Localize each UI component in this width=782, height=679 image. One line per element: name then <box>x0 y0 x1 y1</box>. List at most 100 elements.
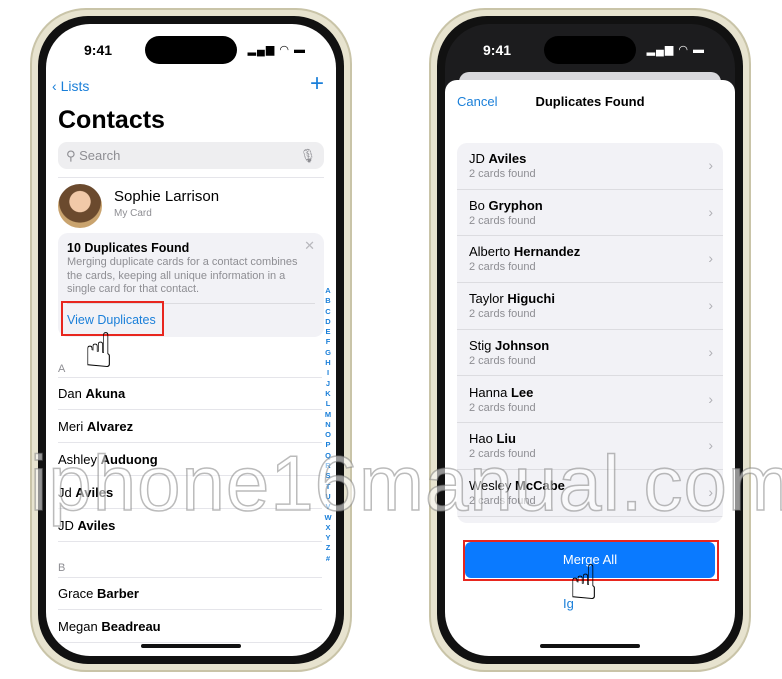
last-name: Beadreau <box>101 619 161 634</box>
duplicate-name: Alberto Hernandez <box>469 244 711 259</box>
status-time: 9:41 <box>84 42 113 58</box>
first-name: Stig <box>469 337 492 353</box>
duplicate-row[interactable]: Wesley McCabe 2 cards found › <box>457 470 723 517</box>
index-letter[interactable]: T <box>323 482 333 492</box>
duplicate-name: Stig Johnson <box>469 338 711 353</box>
section-header-a: A <box>58 363 66 375</box>
index-letter[interactable]: H <box>323 358 333 368</box>
cards-found-count: 2 cards found <box>469 354 536 367</box>
index-letter[interactable]: S <box>323 471 333 481</box>
duplicate-row[interactable]: Stig Johnson 2 cards found › <box>457 330 723 377</box>
contact-row[interactable]: Meri Alvarez <box>58 410 322 443</box>
last-name: Akuna <box>85 386 126 401</box>
contact-row[interactable]: Dan Akuna <box>58 377 322 410</box>
last-name: Lee <box>510 384 534 400</box>
index-letter[interactable]: U <box>323 492 333 502</box>
contact-row[interactable]: Ashley Auduong <box>58 443 322 476</box>
index-letter[interactable]: W <box>323 513 333 523</box>
first-name: JD <box>58 518 74 533</box>
first-name: Ashley <box>58 452 98 467</box>
microphone-icon[interactable]: 🎙 <box>299 142 316 169</box>
index-letter[interactable]: Z <box>323 543 333 553</box>
index-letter[interactable]: L <box>323 399 333 409</box>
index-letter[interactable]: Q <box>323 451 333 461</box>
banner-body: Merging duplicate cards for a contact co… <box>67 256 298 295</box>
index-letter[interactable]: Y <box>323 533 333 543</box>
status-icons: ▂▄▆ ◠ ▬ <box>247 44 306 56</box>
index-letter[interactable]: X <box>323 523 333 533</box>
chevron-right-icon: › <box>708 250 713 267</box>
first-name: Hao <box>469 431 493 447</box>
chevron-right-icon: › <box>708 483 713 500</box>
index-letter[interactable]: V <box>323 502 333 512</box>
contact-row[interactable]: Megan Beadreau <box>58 610 322 643</box>
my-card-name: Sophie Larrison <box>114 188 220 205</box>
duplicate-row[interactable]: Hanna Lee 2 cards found › <box>457 377 723 424</box>
last-name: McCabe <box>515 477 565 493</box>
duplicate-row[interactable]: Bo Gryphon 2 cards found › <box>457 190 723 237</box>
index-letter[interactable]: R <box>323 461 333 471</box>
index-letter[interactable]: J <box>323 379 333 389</box>
last-name: Auduong <box>100 452 158 467</box>
last-name: Aviles <box>77 518 116 533</box>
first-name: Meri <box>58 419 84 434</box>
index-letter[interactable]: F <box>323 337 333 347</box>
home-indicator <box>540 644 640 648</box>
cards-found-count: 2 cards found <box>469 494 536 507</box>
search-input[interactable]: ⚲ Search 🎙 <box>58 142 324 169</box>
my-card[interactable]: Sophie Larrison My Card <box>58 177 324 229</box>
index-letter[interactable]: N <box>323 420 333 430</box>
chevron-right-icon: › <box>708 297 713 314</box>
duplicates-list: JD Aviles 2 cards found › Bo Gryphon 2 cards… <box>457 143 723 523</box>
index-letter[interactable]: G <box>323 348 333 358</box>
last-name: Aviles <box>488 151 527 166</box>
avatar <box>58 184 102 228</box>
contact-row[interactable]: Grace Barber <box>58 577 322 610</box>
index-letter[interactable]: B <box>323 296 333 306</box>
chevron-right-icon: › <box>708 437 713 454</box>
page-title: Contacts <box>58 106 165 134</box>
section-index[interactable]: A B C D E F G H I J K L M N O P Q R S T U V W X Y Z # <box>323 286 333 564</box>
duplicate-name: JD Aviles <box>469 151 711 166</box>
duplicate-row[interactable]: Taylor Higuchi 2 cards found › <box>457 283 723 330</box>
status-icons: ▂▄▆ ◠ ▬ <box>646 44 705 56</box>
cards-found-count: 2 cards found <box>469 214 536 227</box>
first-name: Alberto <box>469 244 511 260</box>
duplicate-name: Taylor Higuchi <box>469 291 711 306</box>
index-letter[interactable]: A <box>323 286 333 296</box>
contact-row[interactable]: Jd Aviles <box>58 476 322 509</box>
index-letter[interactable]: # <box>323 554 333 564</box>
duplicate-row[interactable]: Alberto Hernandez 2 cards found › <box>457 236 723 284</box>
cards-found-count: 2 cards found <box>469 308 536 321</box>
index-letter[interactable]: C <box>323 307 333 317</box>
index-letter[interactable]: K <box>323 389 333 399</box>
back-button[interactable]: ‹ Lists <box>52 78 89 94</box>
duplicate-name: Bo Gryphon <box>469 198 711 213</box>
chevron-right-icon: › <box>708 390 713 407</box>
first-name: Bo <box>469 197 485 213</box>
close-icon[interactable]: ✕ <box>304 238 315 254</box>
chevron-right-icon: › <box>708 157 713 173</box>
duplicate-row[interactable]: JD Aviles 2 cards found › <box>457 143 723 190</box>
add-contact-button[interactable]: + <box>310 70 324 98</box>
left-phone: 9:41 ▂▄▆ ◠ ▬ ‹ Lists + Contacts ⚲ Search… <box>30 8 352 672</box>
chevron-right-icon: › <box>708 343 713 360</box>
contact-row[interactable]: JD Aviles <box>58 509 322 542</box>
index-letter[interactable]: I <box>323 368 333 378</box>
index-letter[interactable]: M <box>323 410 333 420</box>
back-label: Lists <box>60 78 90 94</box>
hand-pointer-icon: ☝ <box>569 557 599 610</box>
chevron-right-icon: › <box>708 203 713 220</box>
last-name: Higuchi <box>507 291 555 307</box>
index-letter[interactable]: E <box>323 327 333 337</box>
index-letter[interactable]: O <box>323 430 333 440</box>
search-icon: ⚲ <box>66 148 80 163</box>
index-letter[interactable]: D <box>323 317 333 327</box>
first-name: Taylor <box>469 291 504 307</box>
duplicate-row[interactable]: Hao Liu 2 cards found › <box>457 423 723 470</box>
cards-found-count: 2 cards found <box>469 168 536 180</box>
index-letter[interactable]: P <box>323 440 333 450</box>
status-time: 9:41 <box>483 42 512 58</box>
first-name: Jd <box>58 485 72 500</box>
last-name: Alvarez <box>86 419 134 434</box>
